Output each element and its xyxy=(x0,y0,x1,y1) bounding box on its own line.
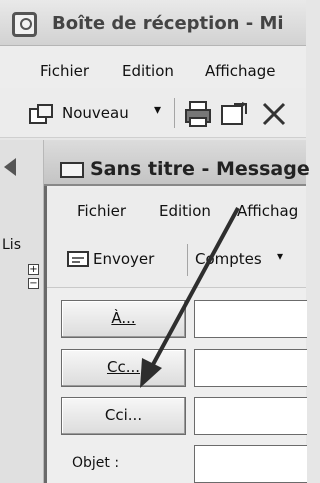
annotation-arrow-icon xyxy=(140,207,240,388)
